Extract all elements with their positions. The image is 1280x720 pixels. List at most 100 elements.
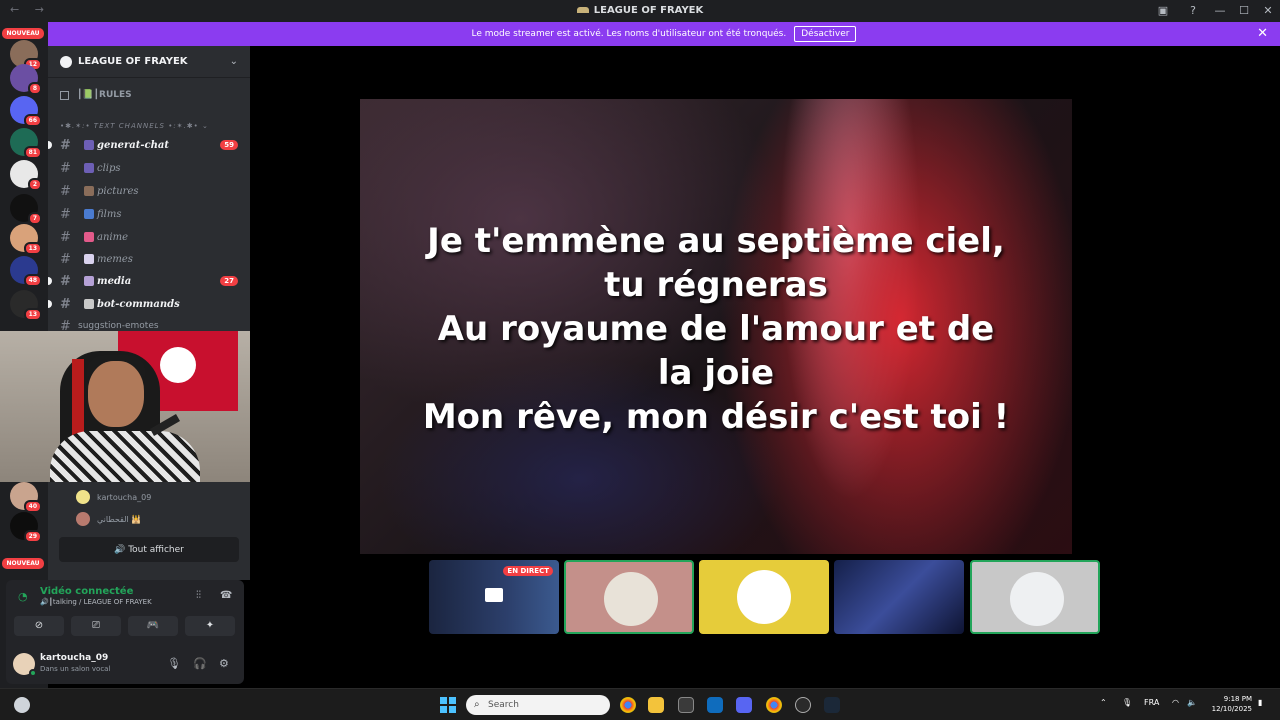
gear-icon[interactable]: ⚙ xyxy=(219,657,229,670)
streamer-mode-banner: Le mode streamer est activé. Les noms d'… xyxy=(48,22,1280,46)
server-icon[interactable]: 7 xyxy=(10,194,42,225)
store-icon[interactable] xyxy=(678,697,694,713)
avatar[interactable] xyxy=(13,653,37,677)
windows-start-icon[interactable] xyxy=(440,697,456,713)
steam-icon[interactable] xyxy=(824,697,840,713)
help-icon[interactable]: ? xyxy=(1184,4,1202,18)
volume-icon[interactable]: 🔈 xyxy=(1187,698,1197,707)
voice-user-name: القحطاني 🕌 xyxy=(97,514,142,524)
screen-share-button[interactable]: ⎚ xyxy=(71,616,121,636)
server-badge: 8 xyxy=(27,82,42,95)
lyrics-overlay: Je t'emmène au septième ciel, tu régnera… xyxy=(360,219,1072,439)
server-badge: 66 xyxy=(23,114,42,127)
category-text-channels[interactable]: •✱.✶:• TEXT CHANNELS •:✶.✱• ⌄ xyxy=(60,122,209,130)
hash-icon: # xyxy=(60,206,71,222)
channel-emoji-icon xyxy=(84,209,94,219)
chair-stripe xyxy=(72,359,84,439)
voice-status: Vidéo connectée xyxy=(40,586,134,597)
close-banner-icon[interactable]: ✕ xyxy=(1257,26,1268,41)
activity-button[interactable]: 🎮 xyxy=(128,616,178,636)
checkbox-icon xyxy=(60,90,69,100)
channel-bot-commands[interactable]: # bot-commands xyxy=(48,294,244,314)
participant-tile-stream[interactable]: EN DIRECT xyxy=(429,560,559,634)
disable-streamer-mode-button[interactable]: Désactiver xyxy=(794,26,857,42)
widgets-icon[interactable] xyxy=(14,697,30,713)
signal-icon[interactable]: ◔ xyxy=(18,590,28,603)
minimize-button[interactable]: — xyxy=(1208,0,1232,22)
channel-anime[interactable]: # anime xyxy=(56,227,244,247)
voice-user[interactable]: القحطاني 🕌 xyxy=(76,510,141,528)
participant-tile[interactable] xyxy=(970,560,1100,634)
file-explorer-icon[interactable] xyxy=(648,697,664,713)
notification-icon[interactable]: ▮ xyxy=(1258,698,1262,707)
disconnect-icon[interactable]: ☎ xyxy=(220,590,232,601)
channel-label: suggstion-emotes xyxy=(78,321,159,331)
channel-memes[interactable]: # memes xyxy=(56,249,244,269)
server-icon[interactable]: 66 xyxy=(10,96,42,127)
discord-icon[interactable] xyxy=(736,697,752,713)
chrome-profile-icon[interactable] xyxy=(766,697,782,713)
noise-suppression-icon[interactable]: ⫶⫶ xyxy=(196,590,201,601)
channel-emoji-icon xyxy=(84,140,94,150)
server-icon[interactable]: 2 xyxy=(10,160,42,191)
hash-icon: # xyxy=(60,160,71,176)
channel-generat-chat[interactable]: # generat-chat 59 xyxy=(48,135,244,155)
mention-badge: 59 xyxy=(220,140,238,150)
user-name: kartoucha_09 xyxy=(40,653,109,663)
outlook-icon[interactable] xyxy=(707,697,723,713)
microphone-tray-icon[interactable]: 🎙 xyxy=(1122,698,1132,707)
channel-emoji-icon xyxy=(84,254,94,264)
camera-toggle-button[interactable]: ⊘ xyxy=(14,616,64,636)
flag-emblem xyxy=(160,347,196,383)
taskbar-search[interactable]: ⌕ Search xyxy=(466,695,610,715)
language-indicator[interactable]: FRA xyxy=(1144,698,1159,707)
server-icon[interactable]: 29 xyxy=(10,512,42,543)
github-icon[interactable] xyxy=(795,697,811,713)
show-all-button[interactable]: 🔊 Tout afficher xyxy=(59,537,239,562)
participant-tile[interactable] xyxy=(834,560,964,634)
voice-user[interactable]: kartoucha_09 xyxy=(76,488,151,506)
server-badge: 13 xyxy=(23,242,42,255)
user-area: kartoucha_09 Dans un salon vocal 🎙 🎧 ⚙ xyxy=(6,646,244,684)
channel-label: memes xyxy=(97,253,133,265)
maximize-button[interactable]: ☐ xyxy=(1232,0,1256,22)
server-icon[interactable]: 48 xyxy=(10,256,42,287)
window-title-text: LEAGUE OF FRAYEK xyxy=(593,5,704,16)
server-icon[interactable]: 40 xyxy=(10,482,42,513)
guild-header[interactable]: LEAGUE OF FRAYEK ⌄ xyxy=(48,46,250,78)
wifi-icon[interactable]: ◠ xyxy=(1172,698,1179,707)
avatar xyxy=(76,512,90,526)
chrome-icon[interactable] xyxy=(620,697,636,713)
participant-tile[interactable] xyxy=(699,560,829,634)
unread-indicator xyxy=(48,300,52,308)
channel-label: generat-chat xyxy=(97,139,169,151)
channel-pictures[interactable]: # pictures xyxy=(56,181,244,201)
inbox-icon[interactable]: ▣ xyxy=(1154,4,1172,18)
channel-emoji-icon xyxy=(84,232,94,242)
voice-channel-path[interactable]: 🔊┃talking / LEAGUE OF FRAYEK xyxy=(40,598,152,606)
server-icon[interactable]: 13 xyxy=(10,290,42,321)
clock-time: 9:18 PM xyxy=(1223,695,1252,703)
channel-films[interactable]: # films xyxy=(56,204,244,224)
server-logo-icon xyxy=(576,7,589,13)
chevron-up-icon[interactable]: ⌃ xyxy=(1100,698,1107,707)
microphone-icon[interactable]: 🎙 xyxy=(167,657,181,670)
channel-rules[interactable]: ┃📗┃RULES xyxy=(60,90,132,100)
unread-indicator xyxy=(48,141,52,149)
mention-badge: 27 xyxy=(220,276,238,286)
taskbar-clock[interactable]: 9:18 PM 12/10/2025 xyxy=(1212,694,1252,714)
chevron-down-icon[interactable]: ⌄ xyxy=(230,56,238,67)
close-window-button[interactable]: ✕ xyxy=(1256,0,1280,22)
voice-user-name: kartoucha_09 xyxy=(97,492,152,502)
server-icon[interactable]: 8 xyxy=(10,64,42,95)
screen-share-video[interactable]: Je t'emmène au septième ciel, tu régnera… xyxy=(360,99,1072,554)
headphones-icon[interactable]: 🎧 xyxy=(193,657,207,670)
channel-emoji-icon xyxy=(84,163,94,173)
server-icon[interactable]: 81 xyxy=(10,128,42,159)
server-icon[interactable]: 13 xyxy=(10,224,42,255)
channel-media[interactable]: # media 27 xyxy=(48,271,244,291)
channel-clips[interactable]: # clips xyxy=(56,158,244,178)
participant-tile[interactable] xyxy=(564,560,694,634)
participant-avatar xyxy=(1010,572,1064,626)
soundboard-button[interactable]: ✦ xyxy=(185,616,235,636)
